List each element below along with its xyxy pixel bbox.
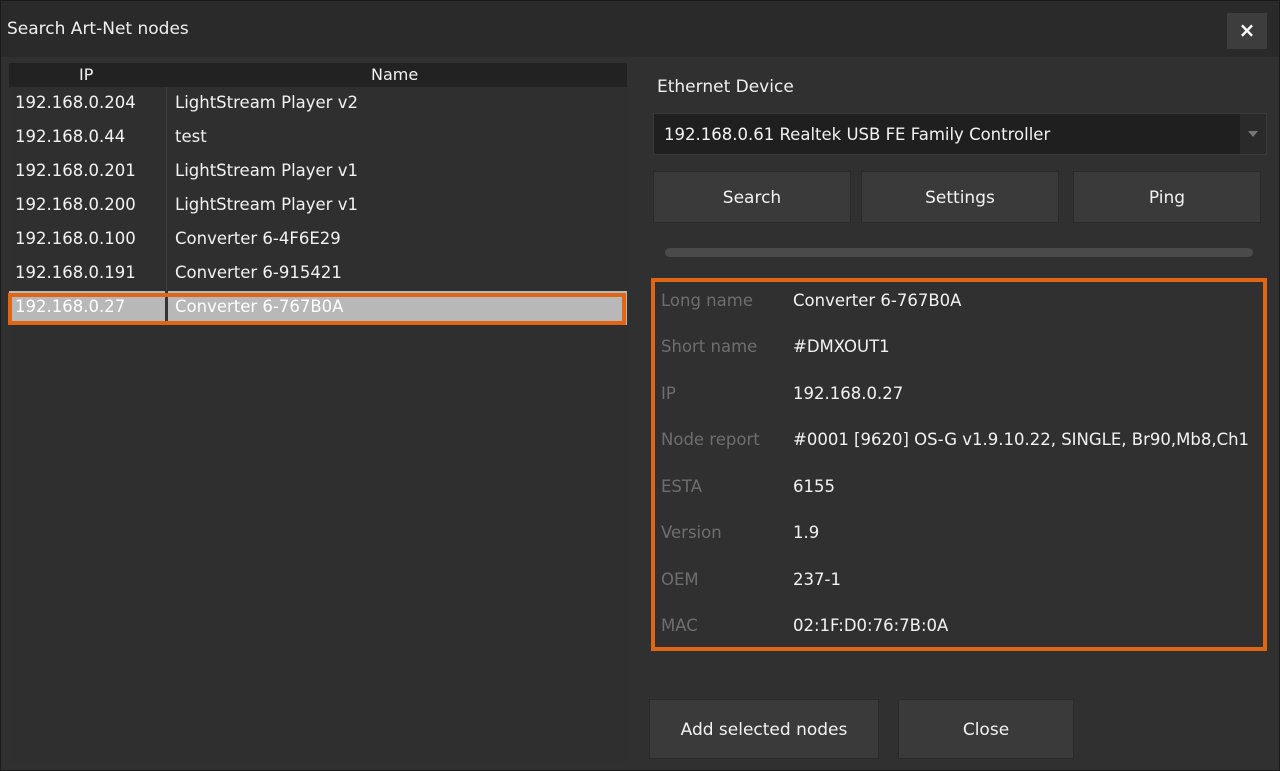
table-row[interactable]: 192.168.0.200 LightStream Player v1: [9, 189, 627, 223]
detail-value: 02:1F:D0:76:7B:0A: [793, 616, 949, 635]
ethernet-device-select[interactable]: 192.168.0.61 Realtek USB FE Family Contr…: [653, 113, 1267, 155]
row-ip: 192.168.0.201: [15, 161, 136, 180]
detail-value: #DMXOUT1: [793, 337, 890, 356]
selected-row-highlight: [8, 293, 626, 325]
settings-button[interactable]: Settings: [861, 171, 1059, 223]
detail-key: OEM: [661, 570, 699, 589]
row-ip: 192.168.0.100: [15, 229, 136, 248]
detail-value: 6155: [793, 477, 835, 496]
ethernet-device-label: Ethernet Device: [657, 77, 794, 97]
search-button[interactable]: Search: [653, 171, 851, 223]
detail-value: 237-1: [793, 570, 841, 589]
close-icon[interactable]: ×: [1227, 13, 1267, 49]
detail-value: #0001 [9620] OS-G v1.9.10.22, SINGLE, Br…: [793, 430, 1250, 449]
row-name: Converter 6-915421: [175, 263, 342, 282]
row-name: Converter 6-4F6E29: [175, 229, 341, 248]
detail-key: ESTA: [661, 477, 702, 496]
node-details-panel: Long name Converter 6-767B0A Short name …: [651, 278, 1267, 651]
close-button[interactable]: Close: [898, 699, 1074, 759]
table-row[interactable]: 192.168.0.201 LightStream Player v1: [9, 155, 627, 189]
table-row[interactable]: 192.168.0.100 Converter 6-4F6E29: [9, 223, 627, 257]
ethernet-device-value: 192.168.0.61 Realtek USB FE Family Contr…: [664, 125, 1051, 144]
column-header-name[interactable]: Name: [371, 65, 418, 84]
detail-value: 192.168.0.27: [793, 384, 904, 403]
detail-key: MAC: [661, 616, 698, 635]
detail-value: Converter 6-767B0A: [793, 291, 962, 310]
table-body: 192.168.0.204 LightStream Player v2 192.…: [9, 87, 627, 325]
row-ip: 192.168.0.200: [15, 195, 136, 214]
column-header-ip[interactable]: IP: [79, 65, 93, 84]
row-name: test: [175, 127, 207, 146]
detail-key: Long name: [661, 291, 753, 310]
detail-key: Version: [661, 523, 722, 542]
table-row[interactable]: 192.168.0.191 Converter 6-915421: [9, 257, 627, 291]
row-name: LightStream Player v2: [175, 93, 358, 112]
column-divider: [166, 155, 167, 189]
column-divider: [166, 189, 167, 223]
detail-key: Node report: [661, 430, 760, 449]
column-divider: [166, 223, 167, 257]
detail-value: 1.9: [793, 523, 820, 542]
detail-key: Short name: [661, 337, 758, 356]
table-header: IP Name: [9, 63, 627, 87]
column-divider: [166, 257, 167, 291]
chevron-down-icon[interactable]: [1240, 114, 1266, 154]
window-title: Search Art-Net nodes: [7, 19, 189, 39]
search-progress-bar: [665, 248, 1253, 257]
nodes-table: IP Name 192.168.0.204 LightStream Player…: [8, 63, 627, 763]
search-artnet-dialog: Search Art-Net nodes × IP Name 192.168.0…: [0, 0, 1280, 771]
row-name: LightStream Player v1: [175, 195, 358, 214]
row-name: LightStream Player v1: [175, 161, 358, 180]
row-ip: 192.168.0.204: [15, 93, 136, 112]
add-selected-nodes-button[interactable]: Add selected nodes: [649, 699, 879, 759]
detail-key: IP: [661, 384, 676, 403]
row-ip: 192.168.0.44: [15, 127, 126, 146]
column-divider: [166, 121, 167, 155]
table-row[interactable]: 192.168.0.204 LightStream Player v2: [9, 87, 627, 121]
table-row[interactable]: 192.168.0.44 test: [9, 121, 627, 155]
row-ip: 192.168.0.191: [15, 263, 136, 282]
title-bar: Search Art-Net nodes ×: [1, 1, 1279, 57]
ping-button[interactable]: Ping: [1073, 171, 1261, 223]
column-divider: [166, 87, 167, 121]
